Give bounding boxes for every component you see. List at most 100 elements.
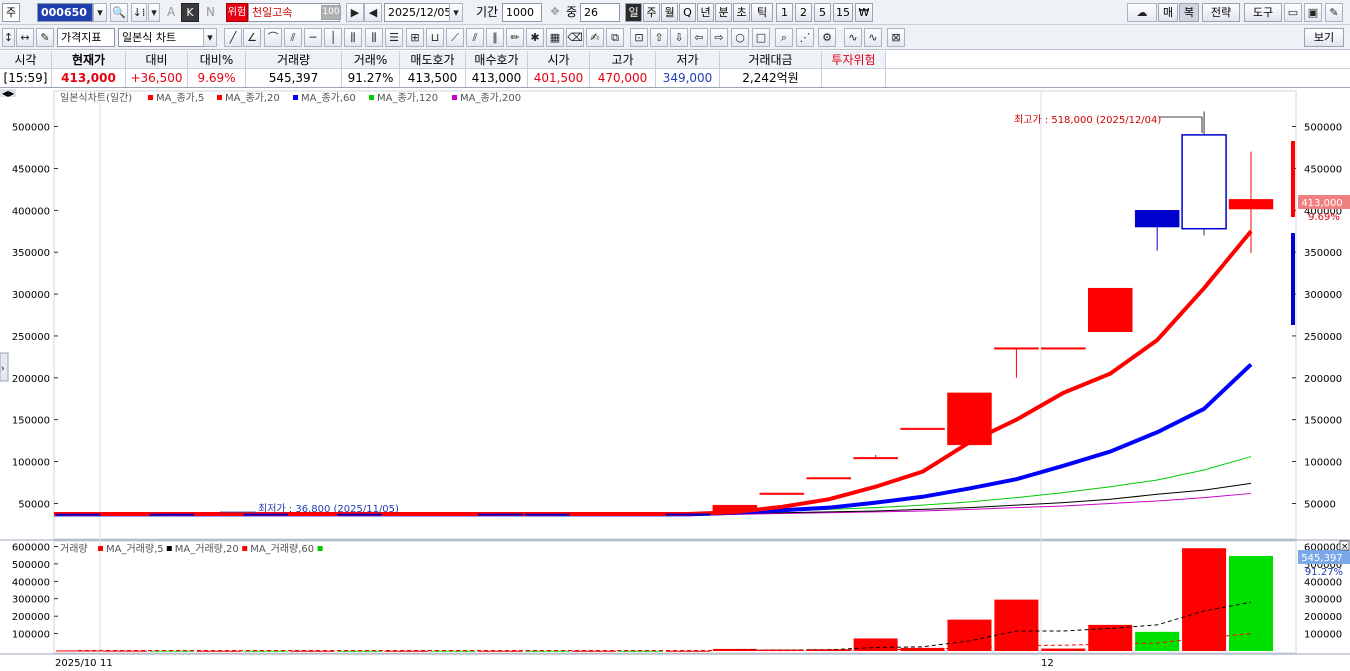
arrow-up-down-icon[interactable]: ↕ [2,28,15,47]
arrow-left-icon[interactable]: ⇦ [690,28,708,47]
copy-icon[interactable]: ⧉ [606,28,624,47]
arrow-down-icon[interactable]: ⇩ [670,28,688,47]
arc-icon[interactable]: ⌒ [264,28,282,47]
save-icon[interactable]: ▣ [1304,3,1322,22]
legend-label: MA_거래량,20 [175,543,239,555]
settings-gear-icon[interactable]: ⚙ [818,28,836,47]
tools-button[interactable]: 도구 [1244,3,1282,22]
date-input[interactable]: 2025/12/05 [384,3,450,22]
timeframe-month[interactable]: 월 [661,3,678,22]
arrow-right-icon[interactable]: ⇨ [710,28,728,47]
price-legend: 일본식차트(일간) MA_종가,5 MA_종가,20 MA_종가,60 MA_종가,12… [60,92,521,104]
wrench-icon[interactable]: ✎ [1325,3,1343,22]
candle-body [900,427,945,430]
interval-15[interactable]: 15 [833,3,853,22]
arrow-up-icon[interactable]: ⇧ [650,28,668,47]
compound-button[interactable]: 복 [1179,3,1199,22]
period-input[interactable]: 1000 [502,3,542,22]
quote-header: 현재가 [52,51,126,69]
zoom-icon[interactable]: ⌕ [775,28,793,47]
trade-button[interactable]: 매 [1158,3,1178,22]
pattern-icon[interactable]: ⋰ [796,28,814,47]
chart-area[interactable]: ◀▶ › 50000 100000 150000 200000 250000 300000… [0,89,1350,671]
wave-icon[interactable]: ∿ [844,28,862,47]
zoom-input[interactable]: 26 [580,3,620,22]
stock-code-input[interactable]: 000650 [37,3,93,22]
timeframe-minute[interactable]: 분 [715,3,732,22]
cloud-icon[interactable]: ☁ [1127,3,1157,22]
volume-axis-label: 500000 [12,560,50,571]
timeframe-day[interactable]: 일 [625,3,642,22]
histogram-icon[interactable]: ⊔ [426,28,444,47]
quote-header-filler [886,51,1350,69]
note-icon[interactable]: ✍ [586,28,604,47]
edit-icon[interactable]: ✎ [36,28,54,47]
close-icon[interactable]: × [1341,542,1349,552]
sort-icon[interactable]: ↓⁞ [131,3,147,22]
horizontal-line-icon[interactable]: ─ [304,28,322,47]
arrow-left-right-icon[interactable]: ↔ [16,28,34,47]
legend-label: MA_종가,120 [377,92,438,104]
crosshair-icon[interactable]: ✥ [546,3,564,22]
candle-body [431,513,476,516]
legend-label: MA_종가,200 [460,92,521,104]
candle-body [759,492,805,495]
timeframe-second[interactable]: 초 [733,3,750,22]
palette-icon[interactable]: ▦ [546,28,564,47]
chevron-down-icon[interactable]: ▾ [148,3,160,22]
view-button[interactable]: 보기 [1304,28,1344,47]
play-left-icon[interactable]: ◀ [364,3,382,22]
chart-type-dropdown[interactable]: 일본식 차트 [118,28,204,47]
indicator-dropdown[interactable]: 가격지표 [57,28,115,47]
pencil-icon[interactable]: ✏ [506,28,524,47]
line-tool-icon[interactable]: ⟋ [446,28,464,47]
letter-a-button[interactable]: A [167,3,175,22]
chevron-down-icon[interactable]: ▾ [93,3,107,22]
timeframe-week[interactable]: 주 [643,3,660,22]
letter-n-button[interactable]: N [206,3,215,22]
calendar-dropdown-icon[interactable]: ▾ [449,3,463,22]
circle-icon[interactable]: ○ [731,28,749,47]
bars-2-icon[interactable]: ⫼ [365,28,383,47]
folder-icon[interactable]: ▭ [1284,3,1302,22]
quote-header: 저가 [656,51,720,69]
quote-bid: 413,000 [466,69,528,87]
frame-icon[interactable]: ⊡ [630,28,648,47]
market-selector[interactable]: 주 [2,3,20,22]
interval-2[interactable]: 2 [795,3,812,22]
quote-volume: 545,397 [246,69,342,87]
eraser-icon[interactable]: ⌫ [566,28,584,47]
square-icon[interactable]: □ [752,28,770,47]
timeframe-tick[interactable]: 틱 [751,3,773,22]
letter-k-button[interactable]: K [181,3,199,22]
parallel-icon[interactable]: ∥ [486,28,504,47]
scroll-arrows-icon[interactable]: ◀▶ [2,89,15,98]
vertical-line-icon[interactable]: │ [324,28,342,47]
export-icon[interactable]: ⊠ [887,28,905,47]
strategy-button[interactable]: 전략 [1202,3,1240,22]
timeframe-year[interactable]: 년 [697,3,714,22]
currency-button[interactable]: ₩ [855,3,873,22]
play-right-icon[interactable]: ▶ [346,3,364,22]
channel-icon[interactable]: ⫽ [466,28,484,47]
angle-line-icon[interactable]: ∠ [243,28,261,47]
interval-1[interactable]: 1 [776,3,793,22]
y-axis-label: 500000 [1304,123,1342,134]
investment-risk-header: 투자위험 [822,51,886,69]
interval-5[interactable]: 5 [814,3,831,22]
magic-icon[interactable]: ✱ [526,28,544,47]
fan-line-icon[interactable]: ⫽ [284,28,302,47]
chevron-right-icon[interactable]: › [1,364,5,374]
candle-body [994,347,1039,350]
search-icon[interactable]: 🔍 [110,3,128,22]
grid-icon[interactable]: ⊞ [406,28,424,47]
timeframe-quarter[interactable]: Q [679,3,696,22]
volume-bar [1182,548,1227,651]
chevron-down-icon[interactable]: ▾ [203,28,217,47]
trend-line-icon[interactable]: ╱ [224,28,242,47]
wave-2-icon[interactable]: ∿ [864,28,882,47]
bars-icon[interactable]: ⫼ [344,28,362,47]
legend-swatch [166,546,172,551]
list-icon[interactable]: ☰ [385,28,403,47]
price-volume-chart[interactable]: ◀▶ › 50000 100000 150000 200000 250000 300000… [0,89,1350,671]
